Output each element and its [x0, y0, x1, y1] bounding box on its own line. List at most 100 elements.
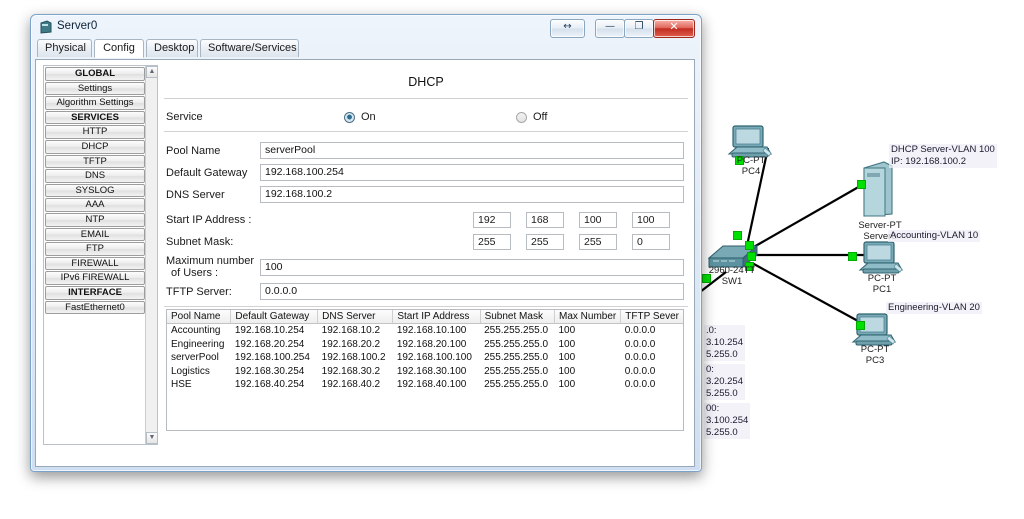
scroll-down-arrow-icon[interactable]: ▼ [146, 432, 158, 444]
sidebar-item-syslog[interactable]: SYSLOG [45, 183, 145, 198]
cell-subnet-mask: 255.255.255.0 [484, 379, 549, 390]
window-maximize-button[interactable]: ❐ [624, 19, 654, 38]
sidebar-item-ftp[interactable]: FTP [45, 242, 145, 256]
default-gateway-input[interactable]: 192.168.100.254 [260, 164, 684, 181]
sidebar-item-interface[interactable]: INTERFACE [45, 285, 145, 300]
cell-pool-name: serverPool [171, 352, 219, 363]
tftp-server-input[interactable]: 0.0.0.0 [260, 283, 684, 300]
scroll-up-glyph: ▲ [148, 68, 156, 75]
annotation-line-3: 5.255.0 [706, 427, 738, 438]
dns-server-label: DNS Server [166, 189, 225, 201]
cell-dns-server: 192.168.30.2 [321, 365, 381, 377]
sidebar-item-algorithm-settings[interactable]: Algorithm Settings [45, 96, 145, 110]
sidebar-item-ntp[interactable]: NTP [45, 212, 145, 227]
divider-top [164, 98, 688, 99]
node-name: PC4 [741, 166, 761, 177]
annotation-line-2: IP: 192.168.100.2 [891, 156, 967, 167]
annotation-line-1: 00: [706, 403, 720, 414]
tab-config[interactable]: Config [94, 39, 144, 58]
sidebar-scrollbar[interactable]: ▲ ▼ [145, 66, 158, 444]
service-on-label: On [361, 111, 376, 123]
cell-default-gateway: 192.168.100.254 [234, 352, 310, 363]
sidebar-item-firewall[interactable]: FIREWALL [45, 256, 145, 271]
tab-desktop[interactable]: Desktop [146, 39, 198, 57]
cell-pool-name: Logistics [171, 365, 210, 377]
annotation-vlan100-tag: 00: 3.100.254 5.255.0 [704, 403, 751, 439]
sidebar-item-label: GLOBAL [74, 68, 116, 79]
table-row[interactable]: serverPool 192.168.100.254 192.168.100.2… [167, 351, 683, 365]
sidebar-item-label: FTP [86, 243, 104, 255]
sidebar-item-email[interactable]: EMAIL [45, 227, 145, 242]
server-config-window: Server0 ↔ — ❐ ✕ Physical Config Desktop … [30, 14, 702, 472]
sidebar-item-http[interactable]: HTTP [45, 125, 145, 139]
sidebar-item-settings[interactable]: Settings [45, 81, 145, 96]
sidebar-item-aaa[interactable]: AAA [45, 198, 145, 212]
subnet-mask-octet-2[interactable]: 255 [526, 234, 564, 250]
table-row[interactable]: Engineering 192.168.20.254 192.168.20.2 … [167, 338, 683, 352]
table-row[interactable]: HSE 192.168.40.254 192.168.40.2 192.168.… [167, 378, 683, 392]
tab-label: Desktop [154, 42, 195, 54]
sidebar-item-global[interactable]: GLOBAL [45, 67, 145, 81]
cell-dns-server: 192.168.100.2 [321, 352, 386, 363]
dhcp-pool-table[interactable]: Pool Name Default Gateway DNS Server Sta… [166, 309, 684, 431]
window-minimize-button[interactable]: — [595, 19, 625, 38]
max-users-input[interactable]: 100 [260, 259, 684, 276]
node-model: PC-PT [867, 273, 897, 284]
cell-dns-server: 192.168.20.2 [321, 338, 381, 350]
scroll-down-glyph: ▼ [148, 434, 156, 441]
pool-name-label: Pool Name [166, 145, 221, 157]
cell-tftp-sever: 0.0.0.0 [624, 365, 656, 377]
pool-name-input[interactable]: serverPool [260, 142, 684, 159]
dns-server-input[interactable]: 192.168.100.2 [260, 186, 684, 203]
server-app-icon [40, 20, 52, 34]
resize-handle-icon: ↔ [563, 21, 572, 32]
table-row[interactable]: Logistics 192.168.30.254 192.168.30.2 19… [167, 365, 683, 379]
window-resize-button[interactable]: ↔ [550, 19, 585, 38]
sidebar-item-tftp[interactable]: TFTP [45, 154, 145, 169]
tab-physical[interactable]: Physical [37, 39, 92, 57]
table-header: Pool Name Default Gateway DNS Server Sta… [167, 310, 683, 324]
tftp-server-row: TFTP Server: 0.0.0.0 [164, 282, 688, 304]
cell-start-ip-address: 192.168.100.100 [396, 352, 472, 363]
node-name: PC3 [865, 355, 885, 366]
sidebar-item-ipv6-firewall[interactable]: IPv6 FIREWALL [45, 271, 145, 285]
sidebar-item-dhcp[interactable]: DHCP [45, 139, 145, 154]
divider-actions [164, 306, 688, 307]
service-on-radio[interactable] [344, 112, 355, 123]
start-ip-octet-3[interactable]: 100 [579, 212, 617, 228]
table-row[interactable]: Accounting 192.168.10.254 192.168.10.2 1… [167, 324, 683, 338]
annotation-line-1: Engineering-VLAN 20 [888, 302, 980, 313]
dns-server-row: DNS Server 192.168.100.2 [164, 185, 688, 207]
cell-max-number: 100 [558, 338, 576, 350]
subnet-mask-octet-4[interactable]: 0 [632, 234, 670, 250]
cell-max-number: 100 [558, 365, 576, 377]
cell-subnet-mask: 255.255.255.0 [484, 338, 549, 350]
divider-service [164, 131, 688, 132]
start-ip-octet-2[interactable]: 168 [526, 212, 564, 228]
window-titlebar[interactable]: Server0 ↔ — ❐ ✕ [33, 17, 699, 39]
cell-default-gateway: 192.168.20.254 [234, 338, 305, 350]
service-off-radio[interactable] [516, 112, 527, 123]
sidebar-item-dns[interactable]: DNS [45, 169, 145, 183]
dhcp-settings-panel: DHCP Service On Off Pool Name serverPool… [164, 65, 688, 460]
cell-default-gateway: 192.168.10.254 [234, 325, 305, 336]
link-status-dot-pc3 [856, 321, 865, 330]
scroll-up-arrow-icon[interactable]: ▲ [146, 66, 158, 78]
col-start-ip-address: Start IP Address [392, 310, 481, 324]
sidebar-item-services[interactable]: SERVICES [45, 110, 145, 125]
window-close-button[interactable]: ✕ [653, 19, 695, 38]
window-title: Server0 [57, 20, 98, 32]
start-ip-octet-4[interactable]: 100 [632, 212, 670, 228]
subnet-mask-octet-3[interactable]: 255 [579, 234, 617, 250]
tab-label: Software/Services [208, 42, 297, 54]
annotation-line-2: 3.20.254 [706, 376, 743, 387]
subnet-mask-row: Subnet Mask: 255 255 255 0 [164, 232, 688, 254]
tab-software-services[interactable]: Software/Services [200, 39, 299, 57]
minimize-icon: — [605, 21, 615, 32]
sidebar-item-label: FIREWALL [71, 257, 119, 269]
sidebar-item-fastethernet0[interactable]: FastEthernet0 [45, 300, 145, 315]
subnet-mask-octet-1[interactable]: 255 [473, 234, 511, 250]
annotation-pc1-tag: Accounting-VLAN 10 [888, 230, 981, 242]
sidebar-item-label: AAA [85, 199, 105, 211]
start-ip-octet-1[interactable]: 192 [473, 212, 511, 228]
